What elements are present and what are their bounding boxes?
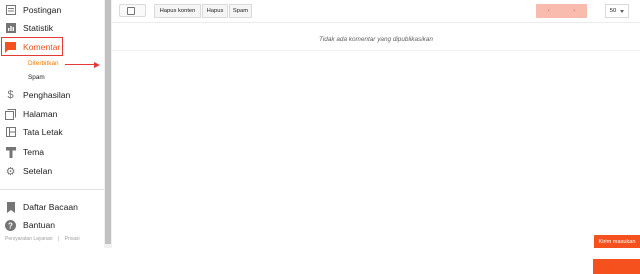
footer-separator: |	[57, 236, 60, 242]
prev-page-button[interactable]: ‹	[543, 8, 555, 14]
sidebar-item-label: Halaman	[23, 109, 58, 119]
checkbox-box[interactable]	[127, 7, 135, 15]
sidebar-item-label: Postingan	[23, 5, 62, 15]
sidebar-item-tema[interactable]: Tema	[0, 142, 104, 162]
dollar-icon: $	[7, 89, 14, 101]
paint-roller-icon	[5, 146, 16, 158]
svg-text:?: ?	[8, 221, 13, 230]
delete-button[interactable]: Hapus	[202, 4, 228, 18]
sidebar-footer: Persyaratan Layanan | Privasi	[5, 236, 84, 242]
feedback-button[interactable]: Kirim masukan	[594, 235, 640, 248]
sidebar-subitem-diterbitkan[interactable]: Diterbitkan	[28, 60, 59, 67]
sidebar: Postingan Statistik Komentar Diterbitkan…	[0, 0, 104, 248]
pages-icon	[5, 108, 16, 120]
sidebar-item-daftar-bacaan[interactable]: Daftar Bacaan	[0, 197, 104, 217]
sidebar-item-label: Daftar Bacaan	[23, 202, 78, 212]
sidebar-item-halaman[interactable]: Halaman	[0, 104, 104, 124]
sidebar-item-setelan[interactable]: ⚙ Setelan	[0, 161, 104, 181]
sidebar-subitem-spam[interactable]: Spam	[28, 74, 45, 81]
sidebar-item-tata-letak[interactable]: Tata Letak	[0, 122, 104, 142]
send-feedback-button[interactable]	[593, 259, 640, 274]
terms-link[interactable]: Persyaratan Layanan	[5, 236, 53, 242]
stats-icon	[5, 23, 16, 34]
sidebar-item-label: Bantuan	[23, 220, 56, 230]
per-page-value: 50	[609, 8, 617, 14]
gear-icon: ⚙	[5, 165, 16, 178]
content-divider	[112, 50, 640, 51]
per-page-select[interactable]: 50	[605, 4, 629, 18]
bookmark-icon	[5, 201, 16, 213]
chevron-down-icon	[620, 9, 625, 13]
help-icon: ?	[5, 219, 16, 231]
posts-icon	[5, 5, 16, 16]
sidebar-scrollbar-thumb[interactable]	[105, 0, 111, 244]
sidebar-item-bantuan[interactable]: ? Bantuan	[0, 215, 104, 235]
annotation-arrow-head	[94, 61, 100, 68]
select-all-checkbox[interactable]	[119, 4, 146, 17]
sidebar-item-label: Statistik	[23, 23, 54, 33]
sidebar-item-label: Tema	[23, 147, 45, 157]
delete-content-button[interactable]: Hapus konten	[154, 4, 201, 18]
sidebar-item-postingan[interactable]: Postingan	[0, 0, 104, 20]
sidebar-item-statistik[interactable]: Statistik	[0, 18, 104, 38]
privacy-link[interactable]: Privasi	[65, 236, 80, 242]
highlight-box	[1, 37, 63, 56]
sidebar-item-label: Tata Letak	[23, 127, 63, 137]
empty-state-message: Tidak ada komentar yang dipublikasikan	[319, 36, 433, 43]
spam-button[interactable]: Spam	[229, 4, 252, 18]
pagination: ‹ ›	[536, 4, 587, 18]
sidebar-divider	[0, 189, 104, 190]
sidebar-item-penghasilan[interactable]: $ Penghasilan	[0, 85, 104, 105]
sidebar-item-label: Setelan	[23, 166, 53, 176]
layout-icon	[5, 127, 16, 138]
annotation-arrow	[65, 64, 95, 66]
next-page-button[interactable]: ›	[568, 8, 580, 14]
sidebar-item-label: Penghasilan	[23, 90, 71, 100]
